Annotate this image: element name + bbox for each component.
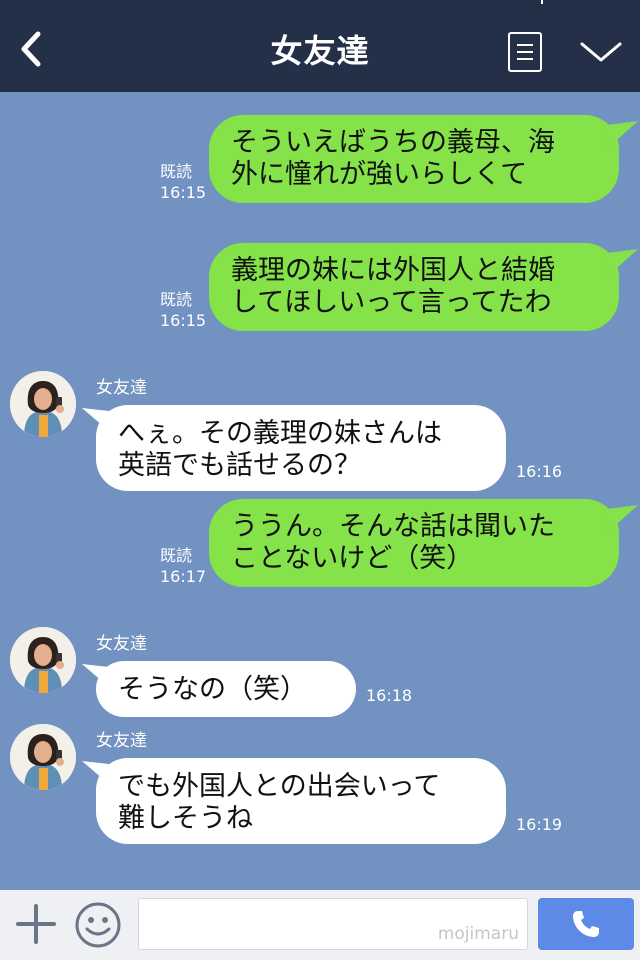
- message-line: そういえばうちの義母、海: [231, 127, 555, 158]
- outgoing-message[interactable]: そういえばうちの義母、海 外に憧れが強いらしくて: [209, 115, 619, 203]
- chat-header: 女友達: [0, 0, 640, 92]
- message-input[interactable]: mojimaru: [138, 898, 528, 950]
- message-line: してほしいって言ってたわ: [231, 287, 552, 318]
- read-label: 既読: [160, 290, 193, 309]
- bubble-tail: [600, 249, 638, 276]
- incoming-message[interactable]: へぇ。その義理の妹さんは 英語でも話せるの？: [96, 405, 506, 491]
- message-time: 16:18: [366, 686, 413, 705]
- message-time: 16:15: [160, 311, 207, 330]
- message-line: ううん。そんな話は聞いた: [231, 511, 555, 542]
- read-receipt: 既読 16:17: [160, 545, 206, 587]
- call-button[interactable]: [538, 898, 634, 950]
- bubble-tail: [600, 121, 638, 148]
- message-line: 難しそうね: [118, 803, 253, 834]
- message-line: ことないけど（笑）: [231, 543, 474, 574]
- message-time: 16:15: [160, 183, 207, 202]
- read-label: 既読: [160, 546, 193, 565]
- outgoing-message[interactable]: ううん。そんな話は聞いた ことないけど（笑）: [209, 499, 619, 587]
- status-bar-fragment: [541, 0, 543, 4]
- phone-icon: [573, 911, 599, 937]
- chevron-down-icon[interactable]: [578, 38, 624, 66]
- sender-name: 女友達: [96, 731, 147, 751]
- incoming-message[interactable]: そうなの（笑）: [96, 661, 356, 717]
- message-line: 英語でも話せるの？: [118, 450, 361, 481]
- outgoing-message[interactable]: 義理の妹には外国人と結婚 してほしいって言ってたわ: [209, 243, 619, 331]
- smile-icon[interactable]: [74, 901, 122, 949]
- watermark-text: mojimaru: [437, 924, 519, 944]
- message-time: 16:17: [160, 567, 207, 586]
- message-time: 16:16: [516, 462, 563, 481]
- chat-log[interactable]: 既読 16:15 そういえばうちの義母、海 外に憧れが強いらしくて 既読 16:…: [0, 92, 640, 890]
- sender-name: 女友達: [96, 378, 147, 398]
- read-receipt: 既読 16:15: [160, 161, 206, 203]
- avatar[interactable]: [10, 724, 76, 790]
- avatar[interactable]: [10, 627, 76, 693]
- message-line: 外に憧れが強いらしくて: [231, 159, 528, 190]
- read-receipt: 既読 16:15: [160, 289, 206, 331]
- read-label: 既読: [160, 162, 193, 181]
- note-icon[interactable]: [508, 32, 542, 72]
- avatar[interactable]: [10, 371, 76, 437]
- bubble-tail: [600, 505, 638, 532]
- message-line: へぇ。その義理の妹さんは: [118, 418, 442, 449]
- message-time: 16:19: [516, 815, 563, 834]
- sender-name: 女友達: [96, 634, 147, 654]
- message-line: でも外国人との出会いって: [118, 771, 441, 802]
- message-line: 義理の妹には外国人と結婚: [231, 255, 555, 286]
- chat-title: 女友達: [270, 32, 370, 70]
- incoming-message[interactable]: でも外国人との出会いって 難しそうね: [96, 758, 506, 844]
- plus-icon[interactable]: [14, 902, 58, 946]
- message-line: そうなの（笑）: [118, 674, 307, 705]
